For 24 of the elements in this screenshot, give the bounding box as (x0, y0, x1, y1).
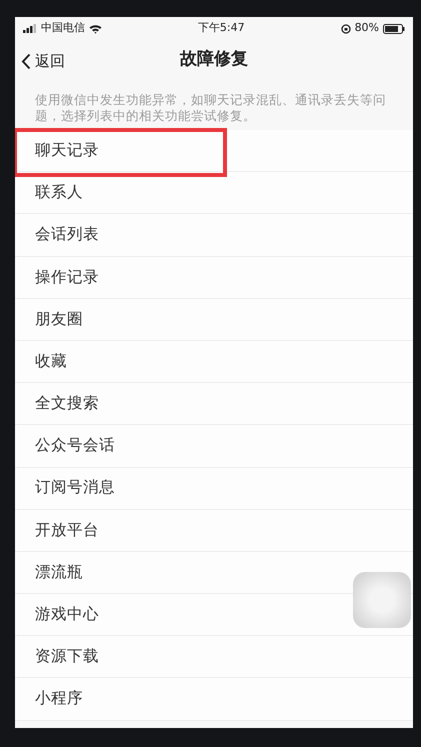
carrier-name: 中国电信 (41, 20, 85, 36)
battery-percent: 80% (354, 20, 380, 36)
wifi-icon (89, 24, 102, 34)
assistive-touch-button[interactable] (353, 572, 411, 628)
page-title: 故障修复 (180, 48, 248, 72)
list-item[interactable]: 操作记录 (15, 256, 413, 299)
description-text: 使用微信中发生功能异常，如聊天记录混乱、通讯录丢失等问题，选择列表中的相关功能尝试修复。 (34, 91, 387, 125)
chevron-left-icon (21, 52, 31, 70)
battery-icon (383, 24, 406, 34)
status-time: 下午5:47 (196, 20, 246, 36)
list-item[interactable]: 开放平台 (15, 510, 413, 552)
list-item[interactable]: 联系人 (15, 172, 413, 214)
list-item[interactable]: 资源下载 (15, 636, 413, 678)
list-item[interactable]: 公众号会话 (15, 425, 413, 468)
back-button[interactable]: 返回 (21, 50, 65, 72)
list-item[interactable]: 全文搜索 (15, 383, 413, 426)
list-item[interactable]: 收藏 (15, 340, 413, 384)
list-item[interactable]: 订阅号消息 (15, 468, 413, 510)
list-item[interactable]: 漂流瓶 (15, 552, 413, 594)
list-item[interactable]: 朋友圈 (15, 298, 413, 341)
list-item[interactable]: 会话列表 (15, 214, 413, 257)
list-item[interactable]: 小程序 (15, 678, 413, 721)
rotation-lock-icon (340, 24, 351, 34)
signal-icon (23, 24, 37, 33)
